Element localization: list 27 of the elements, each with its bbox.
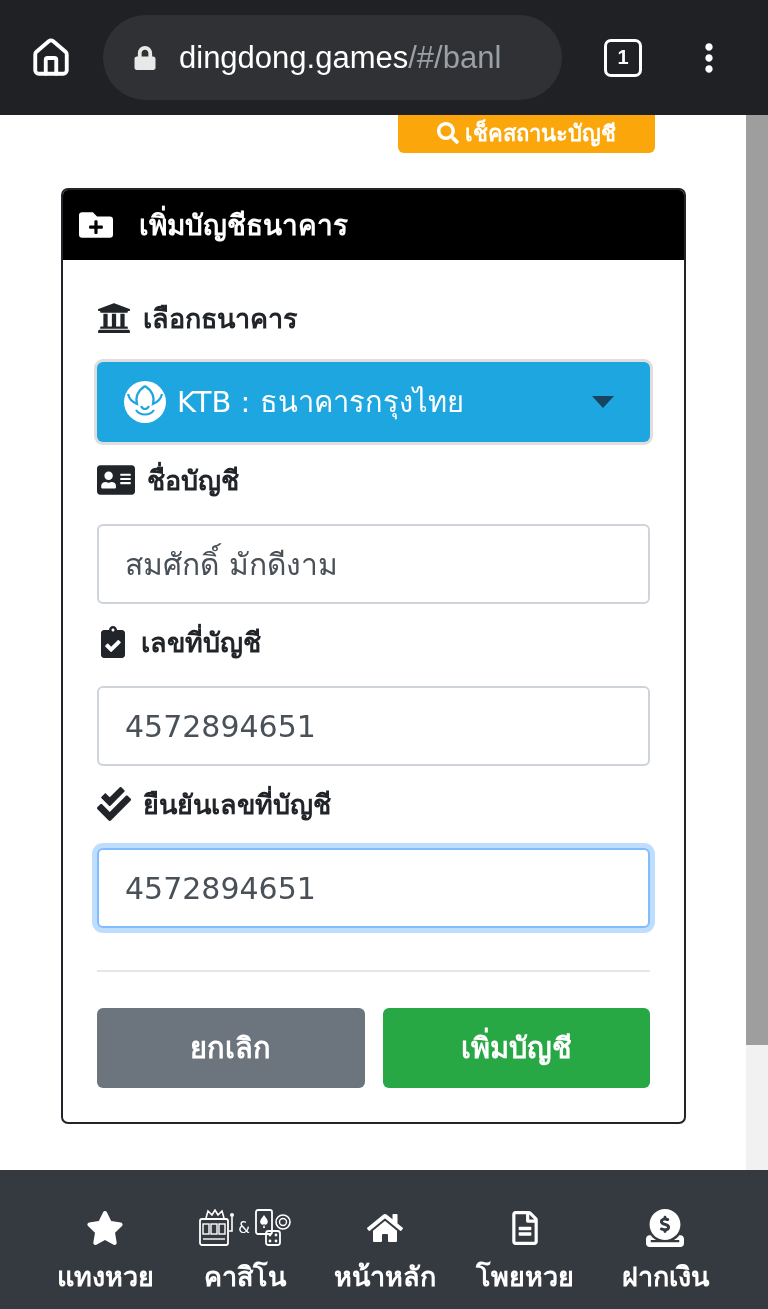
input-field[interactable]: 4572894651 xyxy=(97,686,650,766)
cards-dice-icon xyxy=(253,1209,292,1247)
field-label: เลือกธนาคาร xyxy=(143,301,298,336)
home-icon[interactable] xyxy=(30,36,72,79)
input-field[interactable]: สมศักดิ์ มักดีงาม xyxy=(97,524,650,604)
double-check-icon xyxy=(97,787,131,821)
nav-item[interactable]: แทงหวย xyxy=(35,1170,175,1309)
nav-item[interactable]: หน้าหลัก xyxy=(315,1170,455,1309)
lock-icon xyxy=(133,45,157,70)
cancel-button[interactable]: ยกเลิก xyxy=(97,1008,365,1088)
coin-slot-icon xyxy=(646,1209,684,1247)
nav-item[interactable]: & คาสิโน xyxy=(175,1170,315,1309)
field-label: เลขที่บัญชี xyxy=(141,623,261,661)
input-field[interactable]: 4572894651 xyxy=(97,848,650,928)
bank-logo-icon xyxy=(123,380,167,424)
bank-icon xyxy=(97,301,131,335)
slot-machine-icon xyxy=(198,1209,235,1247)
nav-item[interactable]: โพยหวย xyxy=(455,1170,595,1309)
card-title: เพิ่มบัญชีธนาคาร xyxy=(139,203,348,247)
caret-icon xyxy=(592,396,614,408)
address-bar[interactable]: dingdong.games/#/banl xyxy=(103,15,562,100)
nav-item[interactable]: ฝากเงิน xyxy=(595,1170,735,1309)
field-label: ยืนยันเลขที่บัญชี xyxy=(143,785,331,823)
tab-count-button[interactable]: 1 xyxy=(604,38,642,77)
search-icon xyxy=(437,122,459,144)
field-label: ชื่อบัญชี xyxy=(147,461,239,499)
star-icon xyxy=(86,1209,124,1247)
